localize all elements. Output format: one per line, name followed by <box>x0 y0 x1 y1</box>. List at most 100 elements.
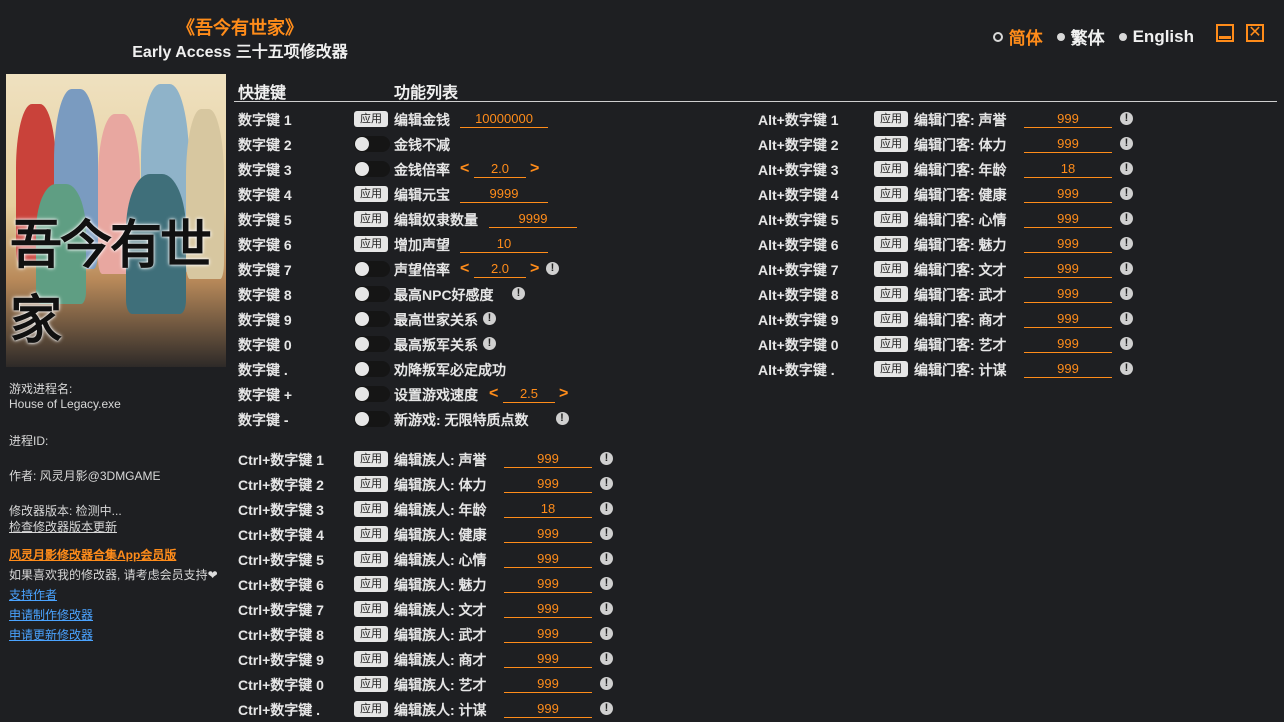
language-option-english[interactable]: English <box>1118 27 1194 47</box>
info-icon[interactable]: ! <box>1120 137 1133 150</box>
info-icon[interactable]: ! <box>1120 362 1133 375</box>
apply-button[interactable]: 应用 <box>354 576 388 592</box>
info-icon[interactable]: ! <box>600 477 613 490</box>
toggle-switch[interactable] <box>354 361 390 377</box>
apply-button[interactable]: 应用 <box>874 136 908 152</box>
value-input[interactable]: 999 <box>504 449 592 468</box>
value-input[interactable]: 10 <box>460 234 548 253</box>
info-icon[interactable]: ! <box>600 602 613 615</box>
increase-arrow[interactable]: > <box>559 381 568 406</box>
info-icon[interactable]: ! <box>600 577 613 590</box>
close-icon[interactable]: ✕ <box>1246 24 1264 42</box>
toggle-switch[interactable] <box>354 261 390 277</box>
language-option-traditional[interactable]: 繁体 <box>1056 24 1105 49</box>
apply-button[interactable]: 应用 <box>874 161 908 177</box>
info-icon[interactable]: ! <box>555 412 569 425</box>
value-input[interactable]: 9999 <box>460 184 548 203</box>
info-icon[interactable]: ! <box>1120 212 1133 225</box>
value-input[interactable]: 999 <box>1024 334 1112 353</box>
info-icon[interactable]: ! <box>1120 112 1133 125</box>
apply-button[interactable]: 应用 <box>354 601 388 617</box>
value-input[interactable]: 999 <box>504 649 592 668</box>
value-input[interactable]: 18 <box>504 499 592 518</box>
info-icon[interactable]: ! <box>600 527 613 540</box>
value-input[interactable]: 999 <box>504 674 592 693</box>
value-input[interactable]: 999 <box>504 699 592 718</box>
toggle-switch[interactable] <box>354 386 390 402</box>
value-input[interactable]: 2.0 <box>474 259 526 278</box>
request-trainer-link[interactable]: 申请制作修改器 <box>9 606 93 623</box>
apply-button[interactable]: 应用 <box>354 551 388 567</box>
language-option-simplified[interactable]: 简体 <box>992 24 1043 49</box>
apply-button[interactable]: 应用 <box>874 336 908 352</box>
support-author-link[interactable]: 支持作者 <box>9 586 57 603</box>
apply-button[interactable]: 应用 <box>354 651 388 667</box>
toggle-switch[interactable] <box>354 136 390 152</box>
value-input[interactable]: 999 <box>1024 284 1112 303</box>
info-icon[interactable]: ! <box>483 337 496 350</box>
info-icon[interactable]: ! <box>600 452 613 465</box>
toggle-switch[interactable] <box>354 336 390 352</box>
info-icon[interactable]: ! <box>1120 262 1133 275</box>
info-icon[interactable]: ! <box>600 677 613 690</box>
value-input[interactable]: 10000000 <box>460 109 548 128</box>
value-input[interactable]: 999 <box>504 574 592 593</box>
toggle-switch[interactable] <box>354 161 390 177</box>
info-icon[interactable]: ! <box>483 312 496 325</box>
request-update-link[interactable]: 申请更新修改器 <box>9 626 93 643</box>
value-input[interactable]: 999 <box>504 524 592 543</box>
toggle-switch[interactable] <box>354 311 390 327</box>
apply-button[interactable]: 应用 <box>874 286 908 302</box>
value-input[interactable]: 999 <box>1024 259 1112 278</box>
value-input[interactable]: 999 <box>1024 134 1112 153</box>
info-icon[interactable]: ! <box>600 627 613 640</box>
apply-button[interactable]: 应用 <box>354 701 388 717</box>
info-icon[interactable]: ! <box>600 552 613 565</box>
value-input[interactable]: 999 <box>504 474 592 493</box>
apply-button[interactable]: 应用 <box>354 111 388 127</box>
info-icon[interactable]: ! <box>1120 312 1133 325</box>
apply-button[interactable]: 应用 <box>874 261 908 277</box>
info-icon[interactable]: ! <box>1120 237 1133 250</box>
apply-button[interactable]: 应用 <box>874 211 908 227</box>
info-icon[interactable]: ! <box>1120 287 1133 300</box>
apply-button[interactable]: 应用 <box>354 476 388 492</box>
decrease-arrow[interactable]: < <box>460 156 469 181</box>
value-input[interactable]: 9999 <box>489 209 577 228</box>
apply-button[interactable]: 应用 <box>874 186 908 202</box>
value-input[interactable]: 999 <box>504 624 592 643</box>
apply-button[interactable]: 应用 <box>354 236 388 252</box>
app-member-link[interactable]: 风灵月影修改器合集App会员版 <box>9 546 176 563</box>
decrease-arrow[interactable]: < <box>460 256 469 281</box>
apply-button[interactable]: 应用 <box>354 451 388 467</box>
value-input[interactable]: 999 <box>1024 234 1112 253</box>
minimize-icon[interactable] <box>1216 24 1234 42</box>
value-input[interactable]: 999 <box>1024 109 1112 128</box>
info-icon[interactable]: ! <box>600 652 613 665</box>
apply-button[interactable]: 应用 <box>874 311 908 327</box>
info-icon[interactable]: ! <box>600 702 613 715</box>
decrease-arrow[interactable]: < <box>489 381 498 406</box>
value-input[interactable]: 2.0 <box>474 159 526 178</box>
value-input[interactable]: 999 <box>1024 309 1112 328</box>
apply-button[interactable]: 应用 <box>874 236 908 252</box>
value-input[interactable]: 18 <box>1024 159 1112 178</box>
value-input[interactable]: 999 <box>1024 359 1112 378</box>
increase-arrow[interactable]: > <box>530 156 539 181</box>
info-icon[interactable]: ! <box>512 287 525 300</box>
value-input[interactable]: 2.5 <box>503 384 555 403</box>
toggle-switch[interactable] <box>354 411 390 427</box>
info-icon[interactable]: ! <box>1120 337 1133 350</box>
value-input[interactable]: 999 <box>1024 184 1112 203</box>
value-input[interactable]: 999 <box>1024 209 1112 228</box>
value-input[interactable]: 999 <box>504 549 592 568</box>
apply-button[interactable]: 应用 <box>354 186 388 202</box>
apply-button[interactable]: 应用 <box>354 501 388 517</box>
apply-button[interactable]: 应用 <box>354 211 388 227</box>
increase-arrow[interactable]: > <box>530 256 539 281</box>
apply-button[interactable]: 应用 <box>354 626 388 642</box>
info-icon[interactable]: ! <box>1120 187 1133 200</box>
info-icon[interactable]: ! <box>1120 162 1133 175</box>
check-update-link[interactable]: 检查修改器版本更新 <box>9 518 117 535</box>
info-icon[interactable]: ! <box>546 262 559 275</box>
